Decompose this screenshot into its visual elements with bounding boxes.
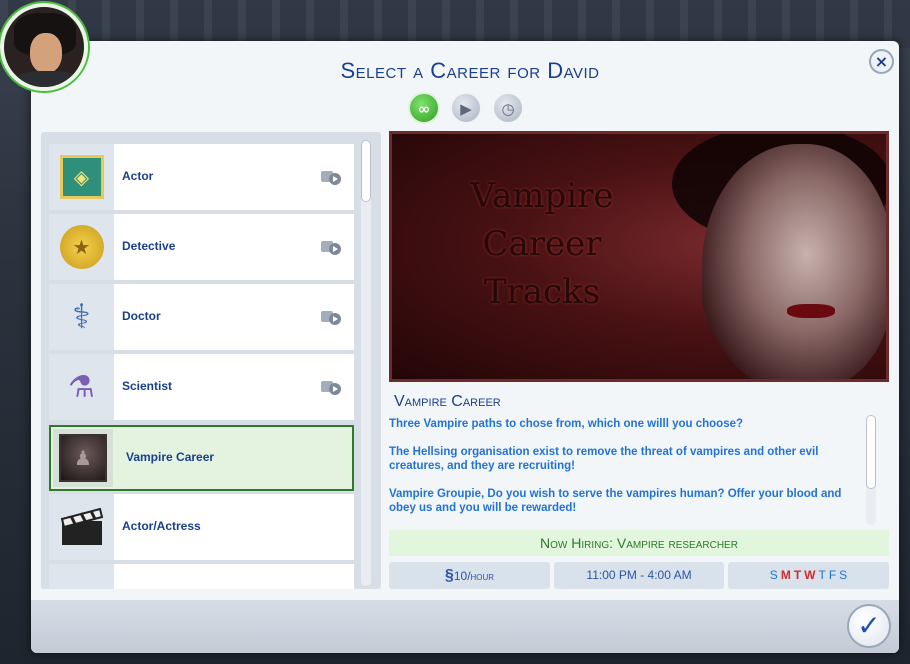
dialog-title: Select a Career for David bbox=[340, 58, 600, 83]
filter-part-time-button[interactable]: ◷ bbox=[492, 92, 524, 124]
career-label: Doctor bbox=[122, 309, 161, 323]
actor-icon: ◈ bbox=[49, 144, 114, 210]
career-item-doctor[interactable]: ⚕ Doctor bbox=[49, 284, 354, 350]
description-paragraph: The Hellsing organisation exist to remov… bbox=[389, 446, 819, 472]
camera-play-icon bbox=[321, 241, 341, 255]
career-item-partial[interactable] bbox=[49, 564, 354, 589]
wage-amount: 10 bbox=[453, 569, 468, 583]
confirm-button[interactable]: ✓ bbox=[847, 604, 891, 648]
description-paragraph: Three Vampire paths to chose from, which… bbox=[389, 418, 744, 430]
career-description: Three Vampire paths to chose from, which… bbox=[389, 417, 859, 522]
career-item-vampire[interactable]: ♟ Vampire Career bbox=[49, 425, 354, 491]
career-label: Detective bbox=[122, 239, 176, 253]
career-list-scroll-thumb[interactable] bbox=[361, 140, 371, 202]
day-letter: T bbox=[818, 568, 826, 582]
career-icon-partial bbox=[49, 564, 114, 589]
day-letter: M bbox=[780, 568, 791, 582]
flask-icon: ⚗ bbox=[49, 354, 114, 420]
simoleon-symbol: § bbox=[444, 567, 454, 584]
camera-play-icon bbox=[321, 381, 341, 395]
dialog-footer bbox=[31, 600, 899, 653]
day-letter: F bbox=[828, 568, 837, 582]
wage-unit: /hour bbox=[467, 569, 495, 583]
career-label: Vampire Career bbox=[126, 450, 215, 464]
filter-all-careers-button[interactable]: ∞ bbox=[408, 92, 440, 124]
career-label: Actor bbox=[122, 169, 154, 183]
checkmark-icon: ✓ bbox=[857, 609, 881, 642]
day-letter: T bbox=[793, 568, 802, 582]
sim-avatar bbox=[0, 3, 88, 91]
career-item-detective[interactable]: ★ Detective bbox=[49, 214, 354, 280]
description-scroll-thumb[interactable] bbox=[866, 415, 876, 489]
badge-icon: ★ bbox=[49, 214, 114, 280]
filter-career-button[interactable]: ▶ bbox=[450, 92, 482, 124]
career-item-actor-actress[interactable]: Actor/Actress bbox=[49, 494, 354, 560]
work-days: SMTWTFS bbox=[728, 562, 889, 589]
camera-clock-icon: ◷ bbox=[501, 100, 515, 118]
caduceus-icon: ⚕ bbox=[49, 284, 114, 350]
career-label: Actor/Actress bbox=[122, 519, 201, 533]
camera-play-icon: ▶ bbox=[460, 100, 472, 118]
now-hiring-bar: Now Hiring: Vampire researcher bbox=[389, 530, 889, 556]
career-list: ◈ Actor ★ Detective ⚕ Doctor ⚗ Scientist bbox=[41, 132, 381, 589]
career-label: Scientist bbox=[122, 379, 173, 393]
infinity-icon: ∞ bbox=[417, 100, 431, 118]
camera-play-icon bbox=[321, 171, 341, 185]
wage-info: §10/hour bbox=[389, 562, 550, 589]
close-button[interactable]: × bbox=[869, 49, 894, 74]
career-heading: Vampire Career bbox=[394, 393, 501, 410]
banner-title: Vampire Career Tracks bbox=[470, 176, 614, 312]
career-item-actor[interactable]: ◈ Actor bbox=[49, 144, 354, 210]
clapperboard-icon bbox=[49, 494, 114, 560]
camera-play-icon bbox=[321, 311, 341, 325]
work-hours: 11:00 PM - 4:00 AM bbox=[554, 562, 724, 589]
day-letter: S bbox=[839, 568, 848, 582]
day-letter: W bbox=[804, 568, 816, 582]
career-list-scrollbar[interactable] bbox=[361, 140, 371, 586]
vampire-portrait-icon: ♟ bbox=[53, 429, 113, 487]
career-item-scientist[interactable]: ⚗ Scientist bbox=[49, 354, 354, 420]
description-paragraph: Vampire Groupie, Do you wish to serve th… bbox=[389, 488, 842, 514]
day-letter: S bbox=[769, 568, 778, 582]
career-banner-image: Vampire Career Tracks bbox=[389, 131, 889, 382]
